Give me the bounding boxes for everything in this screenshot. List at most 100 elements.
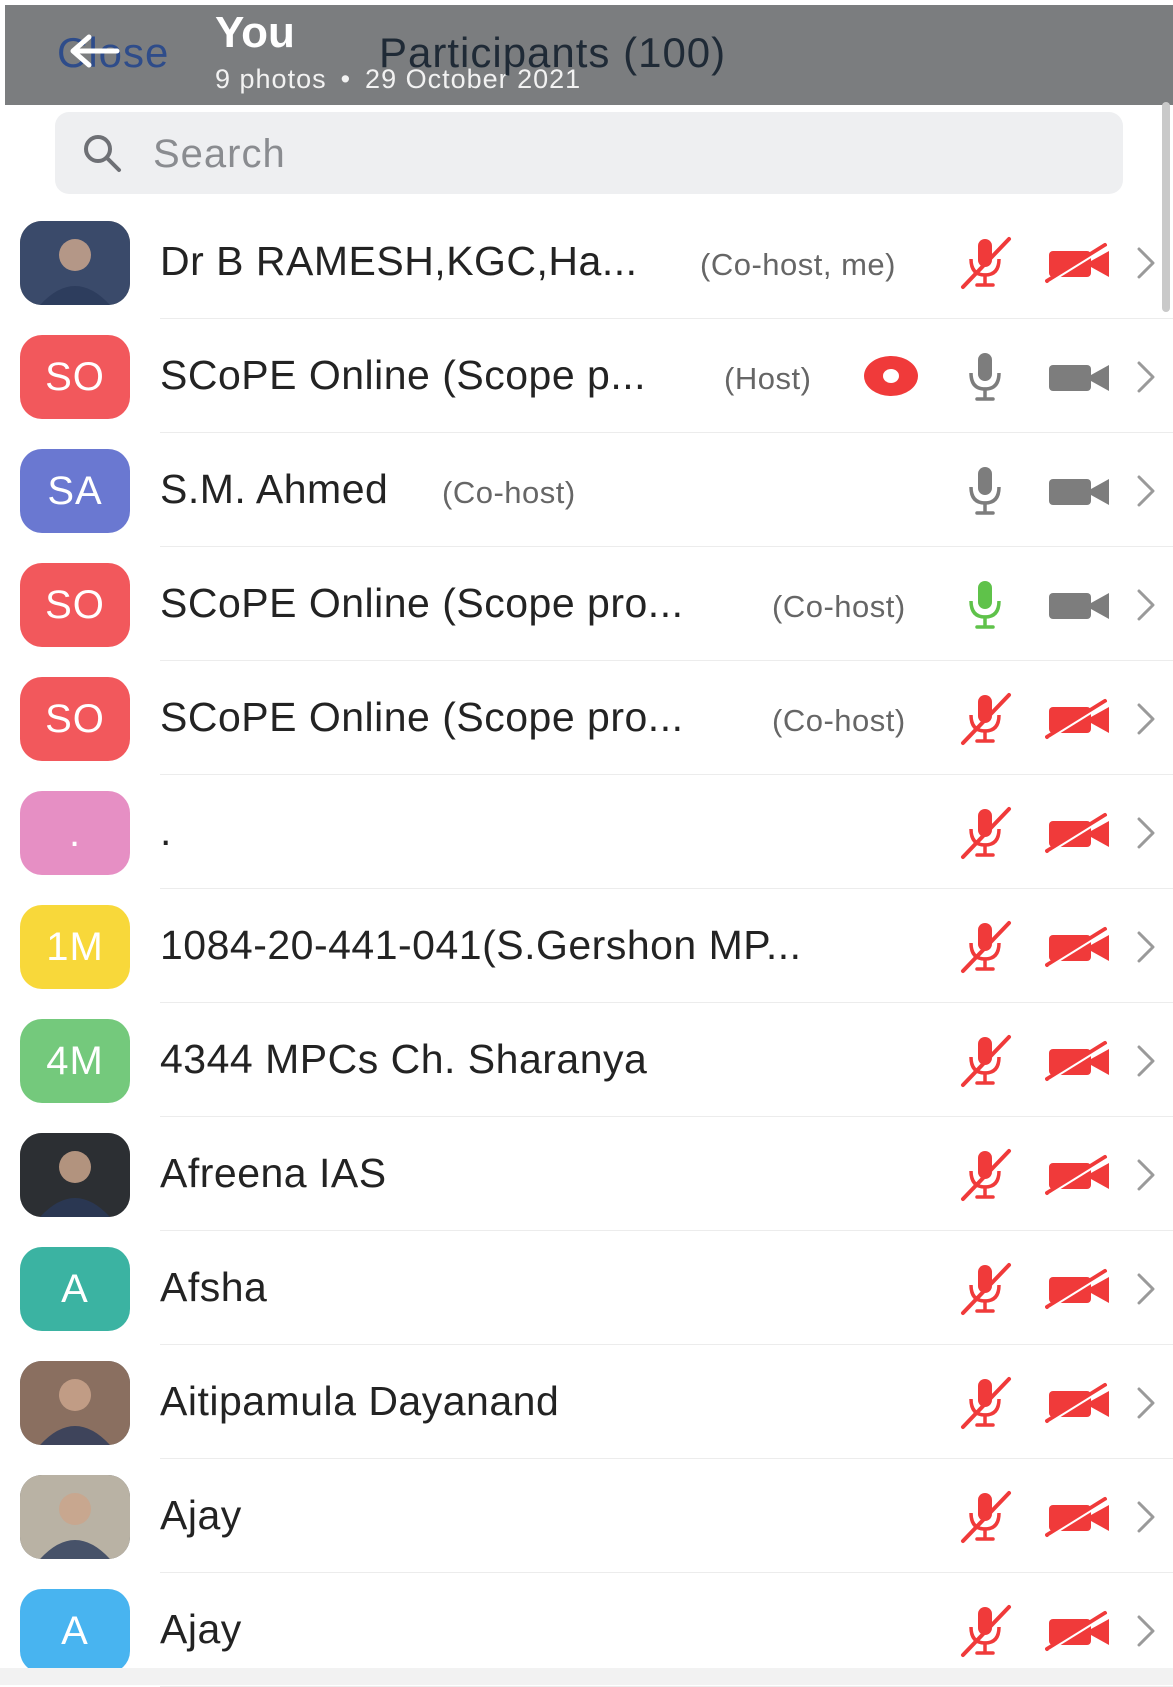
avatar-photo-icon (20, 221, 130, 305)
participant-row[interactable]: SO SCoPE Online (Scope pro... (Co-host) (0, 547, 1173, 661)
participant-row[interactable]: 4M 4344 MPCs Ch. Sharanya (0, 1003, 1173, 1117)
participant-name: Aitipamula Dayanand (160, 1378, 560, 1424)
photos-count: 9 photos (215, 64, 327, 94)
search-bar[interactable] (55, 112, 1123, 194)
back-arrow-icon[interactable] (65, 31, 121, 71)
video-off-icon (1045, 1269, 1109, 1310)
participant-role: (Host) (724, 361, 812, 396)
participant-row[interactable]: Ajay (0, 1459, 1173, 1573)
avatar: 4M (20, 1019, 130, 1103)
participant-row[interactable]: SA S.M. Ahmed (Co-host) (0, 433, 1173, 547)
avatar-initials: SO (45, 354, 105, 399)
video-off-icon (1045, 813, 1109, 854)
participant-row[interactable]: .. (0, 775, 1173, 889)
participant-name: Afreena IAS (160, 1150, 387, 1196)
participant-role: (Co-host, me) (700, 247, 896, 282)
avatar (20, 1133, 130, 1217)
chevron-right-icon[interactable] (1133, 471, 1159, 511)
chevron-right-icon[interactable] (1133, 813, 1159, 853)
participant-role: (Co-host) (772, 589, 906, 624)
mic-muted-icon (961, 1377, 1011, 1429)
video-off-icon (1045, 1041, 1109, 1082)
search-icon (84, 135, 121, 172)
chevron-right-icon[interactable] (1133, 1611, 1159, 1651)
avatar-photo-icon (20, 1361, 130, 1445)
meta-separator: • (340, 64, 352, 94)
video-off-icon (1045, 1155, 1109, 1196)
avatar (20, 1361, 130, 1445)
mic-muted-icon (961, 921, 1011, 973)
avatar: SO (20, 563, 130, 647)
avatar-initials: SO (45, 696, 105, 741)
video-off-icon (1045, 1611, 1109, 1652)
avatar: SA (20, 449, 130, 533)
participant-name: SCoPE Online (Scope p... (160, 352, 647, 398)
page-title: Participants (100) (379, 29, 727, 76)
participant-role: (Co-host) (772, 703, 906, 738)
participant-row[interactable]: 1M 1084-20-441-041(S.Gershon MP... (0, 889, 1173, 1003)
avatar-photo-icon (20, 1133, 130, 1217)
participant-row[interactable]: SO SCoPE Online (Scope pro... (Co-host) (0, 661, 1173, 775)
avatar-initials: 4M (46, 1038, 104, 1083)
avatar: A (20, 1589, 130, 1673)
participant-list: Dr B RAMESH,KGC,Ha... (Co-host, me) SO SCoP… (0, 205, 1173, 1687)
mic-muted-icon (961, 807, 1011, 859)
chevron-right-icon[interactable] (1133, 1383, 1159, 1423)
avatar-initials: 1M (46, 924, 104, 969)
video-camera-icon (1049, 479, 1109, 505)
mic-muted-icon (961, 1149, 1011, 1201)
chevron-right-icon[interactable] (1133, 1497, 1159, 1537)
chevron-right-icon[interactable] (1133, 927, 1159, 967)
search-input[interactable] (151, 126, 1055, 182)
avatar-initials: SA (47, 468, 103, 513)
participant-row[interactable]: Dr B RAMESH,KGC,Ha... (Co-host, me) (0, 205, 1173, 319)
chevron-right-icon[interactable] (1133, 699, 1159, 739)
avatar (20, 221, 130, 305)
mic-muted-icon (961, 1263, 1011, 1315)
avatar-initials: A (61, 1608, 89, 1653)
participant-name: Afsha (160, 1264, 268, 1310)
participant-name: SCoPE Online (Scope pro... (160, 580, 684, 626)
mic-muted-icon (961, 1491, 1011, 1543)
video-camera-icon (1049, 593, 1109, 619)
avatar: A (20, 1247, 130, 1331)
video-camera-icon (1049, 365, 1109, 391)
avatar (20, 1475, 130, 1559)
participant-name: Dr B RAMESH,KGC,Ha... (160, 238, 638, 284)
chevron-right-icon[interactable] (1133, 243, 1159, 283)
chevron-right-icon[interactable] (1133, 1155, 1159, 1195)
mic-muted-icon (961, 1035, 1011, 1087)
chevron-right-icon[interactable] (1133, 585, 1159, 625)
avatar-initials: SO (45, 582, 105, 627)
sender-name: You (215, 8, 295, 57)
video-off-icon (1045, 927, 1109, 968)
top-bar: Close You 9 photos • 29 October 2021 Parti… (5, 5, 1173, 105)
participant-row[interactable]: Afreena IAS (0, 1117, 1173, 1231)
participant-row[interactable]: Aitipamula Dayanand (0, 1345, 1173, 1459)
video-off-icon (1045, 1497, 1109, 1538)
participant-name: S.M. Ahmed (160, 466, 389, 512)
participant-row[interactable]: A Afsha (0, 1231, 1173, 1345)
mic-muted-icon (961, 693, 1011, 745)
chevron-right-icon[interactable] (1133, 1041, 1159, 1081)
microphone-icon (969, 581, 1001, 629)
participant-name: Ajay (160, 1606, 242, 1652)
participant-row[interactable]: SO SCoPE Online (Scope p... (Host) (0, 319, 1173, 433)
microphone-icon (969, 353, 1001, 401)
chevron-right-icon[interactable] (1133, 1269, 1159, 1309)
mic-muted-icon (961, 1605, 1011, 1657)
participant-name: SCoPE Online (Scope pro... (160, 694, 684, 740)
participant-name: . (160, 808, 172, 854)
participant-name: Ajay (160, 1492, 242, 1538)
avatar: SO (20, 335, 130, 419)
mic-muted-icon (961, 237, 1011, 289)
avatar-initials: . (68, 810, 82, 855)
list-bottom-edge (0, 1668, 1173, 1685)
participant-role: (Co-host) (442, 475, 576, 510)
avatar: . (20, 791, 130, 875)
avatar-initials: A (61, 1266, 89, 1311)
chevron-right-icon[interactable] (1133, 357, 1159, 397)
avatar: SO (20, 677, 130, 761)
microphone-icon (969, 467, 1001, 515)
recording-icon (864, 356, 918, 396)
